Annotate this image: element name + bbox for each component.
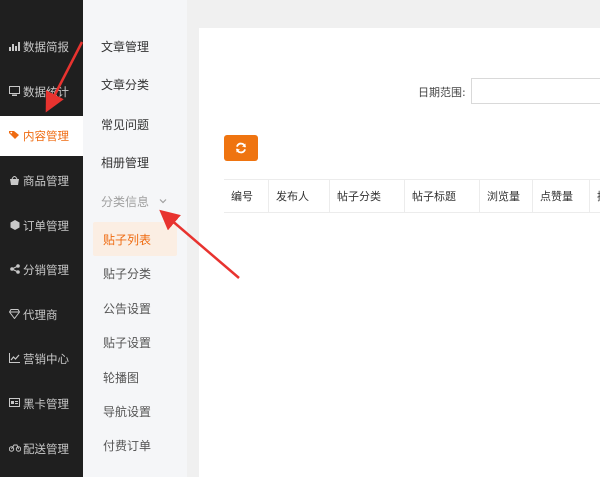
refresh-icon bbox=[236, 142, 246, 154]
sidebar-item-label: 商品管理 bbox=[23, 174, 69, 188]
column-header-id[interactable]: 编号 bbox=[224, 180, 269, 212]
date-range-label: 日期范围: bbox=[418, 86, 466, 99]
sidebar-item-label: 代理商 bbox=[23, 308, 58, 322]
bar-chart-icon bbox=[8, 41, 21, 54]
main-content: 日期范围: 编号 发布人 帖子分类 帖子标题 浏览量 点赞量 操 bbox=[187, 0, 600, 477]
submenu-item-post-category[interactable]: 贴子分类 bbox=[93, 256, 177, 290]
tag-icon bbox=[8, 130, 21, 143]
diamond-icon bbox=[8, 308, 21, 322]
sidebar-item-data-report[interactable]: 数据简报 bbox=[0, 27, 83, 67]
sidebar-item-label: 分销管理 bbox=[23, 263, 69, 277]
sidebar-item-product-management[interactable]: 商品管理 bbox=[0, 161, 83, 201]
sidebar-item-label: 数据统计 bbox=[23, 85, 69, 99]
submenu-item-nav-settings[interactable]: 导航设置 bbox=[93, 394, 177, 428]
sidebar-item-marketing-center[interactable]: 营销中心 bbox=[0, 339, 83, 379]
submenu-group-label: 分类信息 bbox=[101, 194, 150, 209]
content-submenu: 文章管理 文章分类 常见问题 相册管理 分类信息 贴子列表 贴子分类 公告设置 … bbox=[83, 0, 187, 477]
column-header-post-title[interactable]: 帖子标题 bbox=[405, 180, 480, 212]
sidebar-item-content-management[interactable]: 内容管理 bbox=[0, 116, 83, 156]
submenu-item-carousel[interactable]: 轮播图 bbox=[93, 360, 177, 394]
column-header-actions[interactable]: 操 bbox=[590, 180, 600, 212]
sidebar-item-label: 黑卡管理 bbox=[23, 397, 69, 411]
shopping-bag-icon bbox=[8, 175, 21, 188]
column-header-post-category[interactable]: 帖子分类 bbox=[330, 180, 405, 212]
submenu-item-album-management[interactable]: 相册管理 bbox=[83, 145, 187, 179]
column-header-views[interactable]: 浏览量 bbox=[480, 180, 533, 212]
motorcycle-icon bbox=[8, 443, 21, 455]
sidebar-item-label: 订单管理 bbox=[23, 219, 69, 233]
submenu-item-faq[interactable]: 常见问题 bbox=[83, 107, 187, 141]
sidebar-item-data-stats[interactable]: 数据统计 bbox=[0, 72, 83, 112]
date-range-input[interactable] bbox=[471, 78, 600, 104]
sidebar-item-label: 数据简报 bbox=[23, 40, 69, 54]
hexagon-icon bbox=[8, 219, 21, 233]
sidebar-item-label: 配送管理 bbox=[23, 442, 69, 456]
column-header-likes[interactable]: 点赞量 bbox=[533, 180, 590, 212]
sidebar-item-delivery-management[interactable]: 配送管理 bbox=[0, 429, 83, 469]
sidebar-item-label: 内容管理 bbox=[23, 129, 69, 143]
sidebar-item-order-management[interactable]: 订单管理 bbox=[0, 206, 83, 246]
sidebar-item-agent[interactable]: 代理商 bbox=[0, 295, 83, 335]
chevron-down-icon bbox=[159, 199, 167, 204]
table-header: 编号 发布人 帖子分类 帖子标题 浏览量 点赞量 操 bbox=[224, 179, 600, 213]
submenu-item-notice-settings[interactable]: 公告设置 bbox=[93, 291, 177, 325]
submenu-item-article-management[interactable]: 文章管理 bbox=[83, 29, 187, 63]
share-icon bbox=[8, 263, 21, 277]
column-header-publisher[interactable]: 发布人 bbox=[269, 180, 330, 212]
content-panel: 日期范围: 编号 发布人 帖子分类 帖子标题 浏览量 点赞量 操 bbox=[199, 28, 600, 477]
main-sidebar: 数据简报 数据统计 内容管理 商品管理 订单管理 分销管理 代理商 营销中心 黑… bbox=[0, 0, 83, 477]
sidebar-item-black-card[interactable]: 黑卡管理 bbox=[0, 384, 83, 424]
submenu-item-article-category[interactable]: 文章分类 bbox=[83, 67, 187, 101]
card-icon bbox=[8, 398, 21, 410]
submenu-group-classified-info[interactable]: 分类信息 bbox=[83, 184, 187, 218]
submenu-item-post-list[interactable]: 贴子列表 bbox=[93, 222, 177, 256]
submenu-item-post-settings[interactable]: 贴子设置 bbox=[93, 325, 177, 359]
monitor-icon bbox=[8, 85, 21, 99]
sidebar-item-label: 营销中心 bbox=[23, 352, 69, 366]
line-chart-icon bbox=[8, 352, 21, 366]
submenu-item-paid-orders[interactable]: 付费订单 bbox=[93, 428, 177, 462]
sidebar-item-distribution-management[interactable]: 分销管理 bbox=[0, 250, 83, 290]
refresh-button[interactable] bbox=[224, 135, 258, 161]
